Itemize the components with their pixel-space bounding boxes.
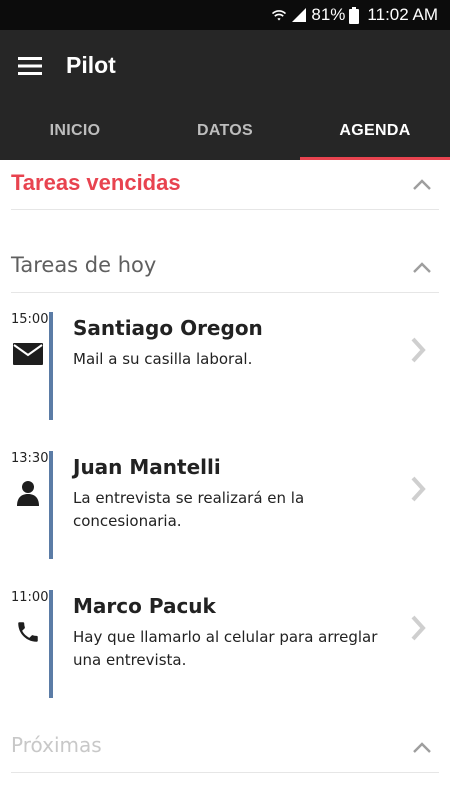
person-icon bbox=[12, 477, 44, 509]
section-title-upcoming: Próximas bbox=[11, 733, 102, 757]
task-description: Hay que llamarlo al celular para arregla… bbox=[73, 628, 378, 669]
task-contact-name: Marco Pacuk bbox=[73, 594, 216, 618]
chevron-up-icon bbox=[413, 179, 431, 190]
chevron-right-icon bbox=[411, 337, 426, 363]
section-header-today[interactable]: Tareas de hoy bbox=[11, 243, 439, 293]
timeline-bar bbox=[49, 312, 53, 420]
chevron-right-icon bbox=[411, 615, 426, 641]
chevron-up-icon bbox=[413, 742, 431, 753]
task-item[interactable]: 15:00 Santiago Oregon Mail a su casilla … bbox=[0, 312, 450, 420]
status-bar: 81% 11:02 AM bbox=[0, 0, 450, 30]
tab-datos[interactable]: DATOS bbox=[150, 102, 300, 160]
battery-percent: 81% bbox=[311, 5, 346, 24]
clock: 11:02 AM bbox=[367, 5, 438, 24]
task-time: 15:00 bbox=[11, 312, 49, 327]
app-title: Pilot bbox=[66, 52, 116, 78]
task-time: 13:30 bbox=[11, 451, 49, 466]
section-header-upcoming[interactable]: Próximas bbox=[11, 723, 439, 773]
tab-agenda[interactable]: AGENDA bbox=[300, 102, 450, 160]
task-description: La entrevista se realizará en la concesi… bbox=[73, 489, 305, 530]
section-title-overdue: Tareas vencidas bbox=[11, 170, 181, 195]
status-icons: 81% 11:02 AM bbox=[271, 5, 438, 25]
battery-icon bbox=[349, 6, 360, 24]
menu-button[interactable] bbox=[10, 48, 50, 84]
timeline-bar bbox=[49, 451, 53, 559]
timeline-bar bbox=[49, 590, 53, 698]
task-description: Mail a su casilla laboral. bbox=[73, 350, 253, 368]
section-header-overdue[interactable]: Tareas vencidas bbox=[11, 160, 439, 210]
tab-inicio[interactable]: INICIO bbox=[0, 102, 150, 160]
task-contact-name: Santiago Oregon bbox=[73, 316, 263, 340]
signal-icon bbox=[291, 7, 307, 23]
phone-icon bbox=[12, 616, 44, 648]
chevron-right-icon bbox=[411, 476, 426, 502]
app-bar: Pilot bbox=[0, 30, 450, 102]
hamburger-menu-icon bbox=[18, 57, 42, 75]
task-contact-name: Juan Mantelli bbox=[73, 455, 221, 479]
mail-icon bbox=[12, 338, 44, 370]
chevron-up-icon bbox=[413, 262, 431, 273]
section-title-today: Tareas de hoy bbox=[11, 253, 157, 277]
wifi-icon bbox=[271, 7, 287, 23]
task-item[interactable]: 11:00 Marco Pacuk Hay que llamarlo al ce… bbox=[0, 590, 450, 698]
tab-bar: INICIO DATOS AGENDA bbox=[0, 102, 450, 160]
task-time: 11:00 bbox=[11, 590, 49, 605]
task-item[interactable]: 13:30 Juan Mantelli La entrevista se rea… bbox=[0, 451, 450, 559]
agenda-content: Tareas vencidas Tareas de hoy 15:00 Sant… bbox=[0, 160, 450, 800]
